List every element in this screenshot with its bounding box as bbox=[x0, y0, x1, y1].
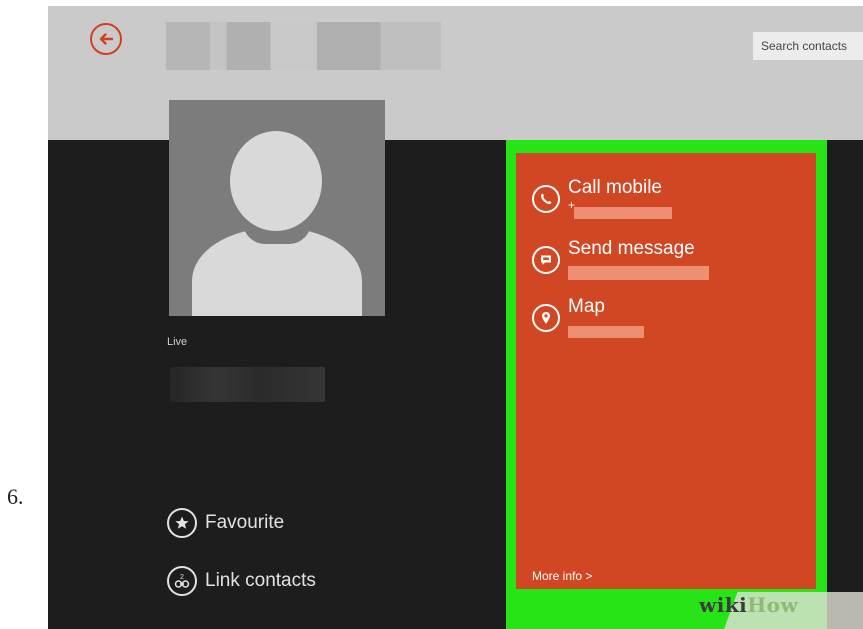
contact-methods-tile: Call mobile + Send message Map More info… bbox=[516, 153, 816, 589]
favourite-label: Favourite bbox=[205, 512, 285, 533]
favourite-button[interactable]: Favourite bbox=[167, 508, 284, 538]
account-detail-redacted bbox=[170, 367, 325, 402]
back-button[interactable] bbox=[90, 23, 122, 55]
star-icon bbox=[167, 508, 197, 538]
map-label: Map bbox=[568, 296, 605, 317]
link-count-badge: 2 bbox=[180, 574, 184, 581]
address-redacted bbox=[568, 326, 644, 338]
link-contacts-button[interactable]: 2 Link contacts bbox=[167, 566, 316, 596]
avatar-head bbox=[230, 131, 322, 231]
call-mobile-label: Call mobile bbox=[568, 177, 662, 198]
send-message-label: Send message bbox=[568, 238, 695, 259]
step-number: 6. bbox=[7, 484, 24, 509]
search-contacts-input[interactable] bbox=[753, 32, 863, 60]
message-number-redacted bbox=[568, 266, 709, 280]
account-source-label: Live bbox=[167, 336, 188, 348]
map-pin-icon bbox=[532, 304, 560, 332]
contact-app-screenshot: Live Favourite 2 Link contacts Call mobi… bbox=[48, 6, 863, 629]
contact-photo-placeholder bbox=[169, 100, 385, 316]
wikihow-watermark: wikiHow bbox=[699, 593, 798, 617]
back-arrow-icon bbox=[99, 33, 114, 45]
phone-icon bbox=[532, 185, 560, 213]
phone-number-redacted bbox=[574, 207, 672, 219]
message-icon bbox=[532, 246, 560, 274]
more-info-link[interactable]: More info > bbox=[532, 569, 592, 583]
contact-name-redacted bbox=[166, 22, 441, 70]
link-icon: 2 bbox=[167, 566, 197, 596]
watermark-part1: wiki bbox=[699, 593, 748, 617]
link-contacts-label: Link contacts bbox=[205, 570, 316, 591]
watermark-part2: How bbox=[747, 593, 799, 617]
